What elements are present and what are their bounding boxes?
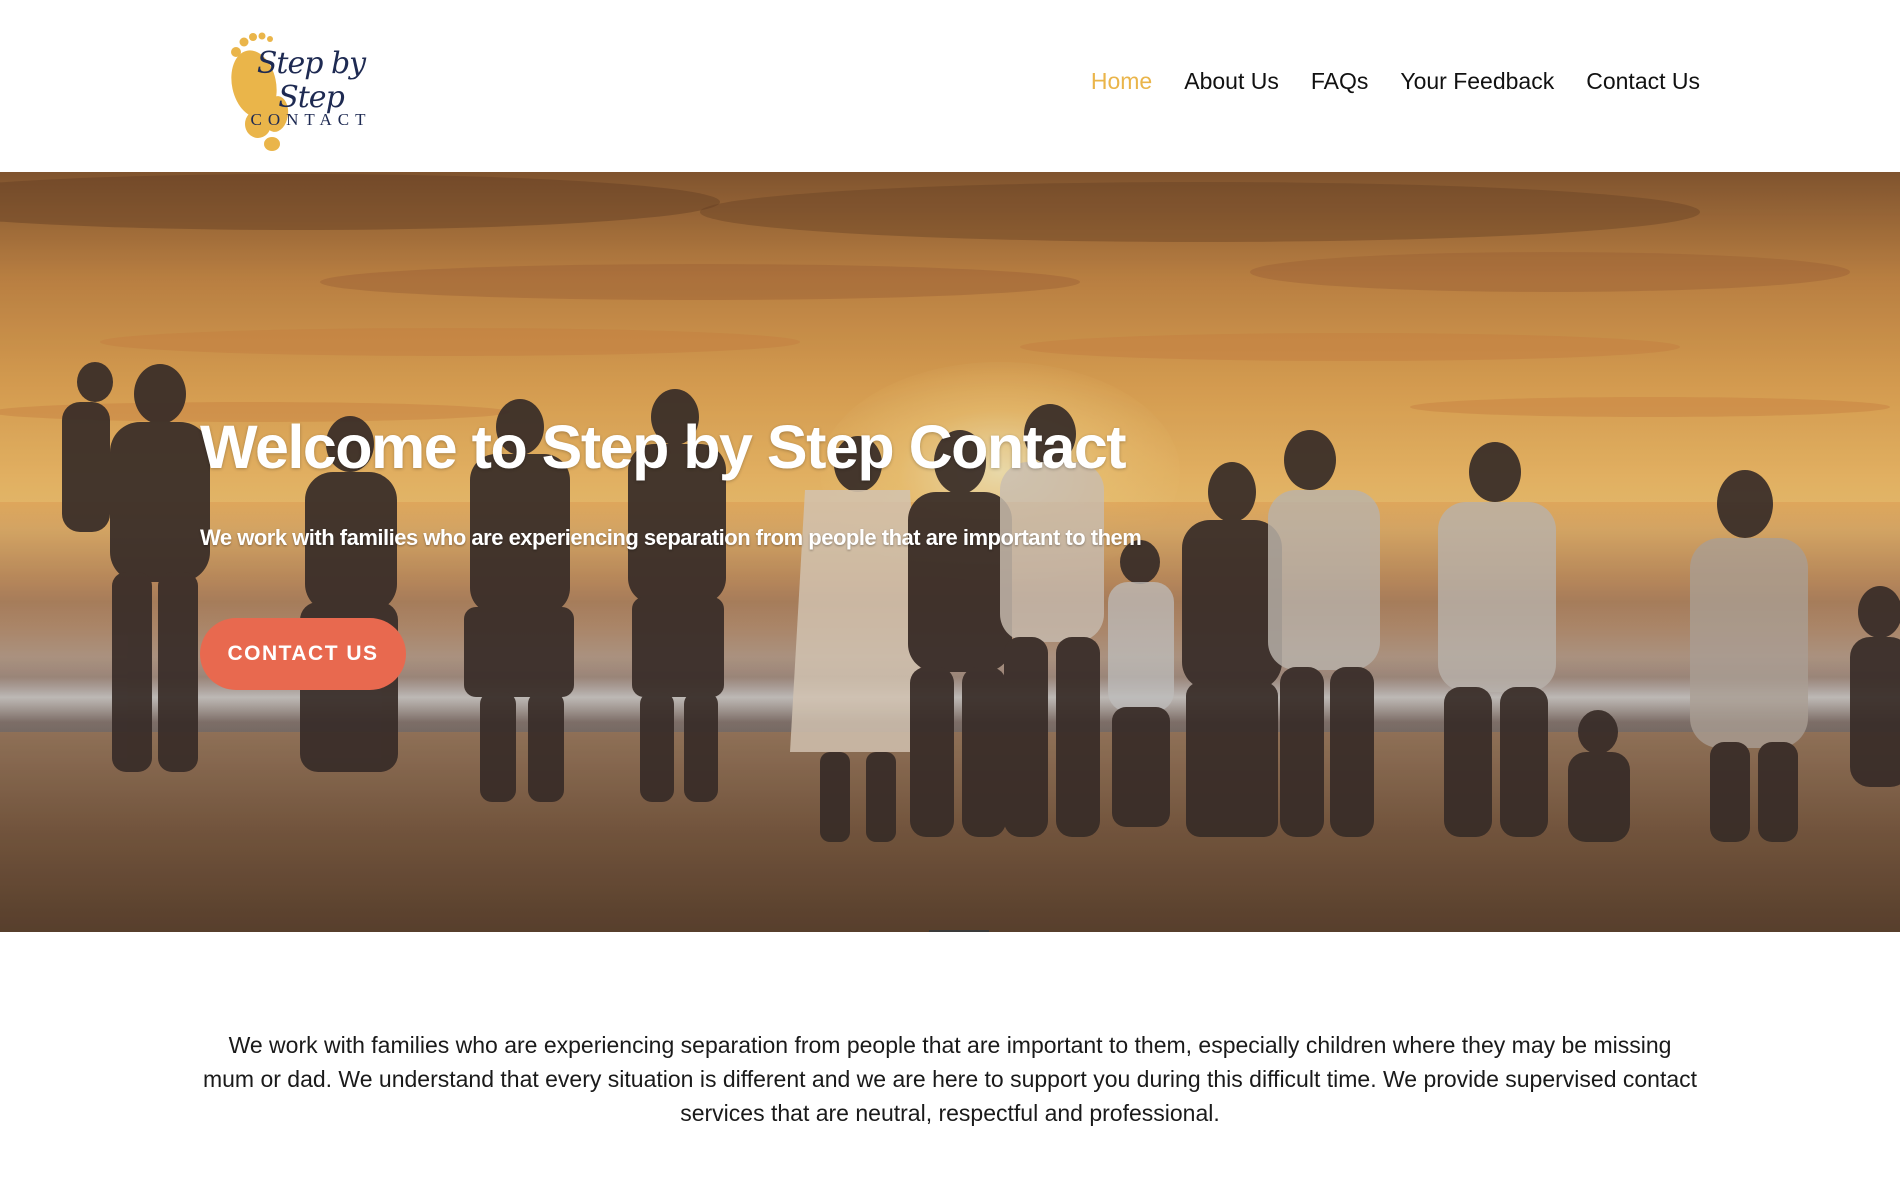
nav-contact-us[interactable]: Contact Us bbox=[1586, 66, 1700, 96]
nav-about-us[interactable]: About Us bbox=[1184, 66, 1279, 96]
logo-script-text: Step by Step bbox=[256, 46, 366, 115]
nav-home[interactable]: Home bbox=[1091, 66, 1152, 96]
contact-us-button[interactable]: CONTACT US bbox=[200, 618, 406, 690]
intro-paragraph: We work with families who are experienci… bbox=[202, 1032, 1698, 1126]
nav-your-feedback[interactable]: Your Feedback bbox=[1400, 66, 1554, 96]
site-logo[interactable]: Step by Step CONTACT bbox=[206, 12, 386, 152]
hero-overlay bbox=[0, 172, 1900, 932]
hero-title: Welcome to Step by Step Contact bbox=[200, 413, 1127, 481]
hero-slide-indicator[interactable] bbox=[929, 930, 989, 932]
nav-faqs[interactable]: FAQs bbox=[1311, 66, 1369, 96]
hero-subtitle: We work with families who are experienci… bbox=[200, 525, 1142, 550]
logo-caps-text: CONTACT bbox=[250, 110, 372, 129]
site-header: Step by Step CONTACT Home About Us FAQs … bbox=[0, 0, 1900, 172]
logo-wordmark: Step by Step CONTACT bbox=[236, 47, 386, 129]
main-nav: Home About Us FAQs Your Feedback Contact… bbox=[1091, 66, 1700, 96]
hero-banner: Welcome to Step by Step Contact We work … bbox=[0, 172, 1900, 932]
